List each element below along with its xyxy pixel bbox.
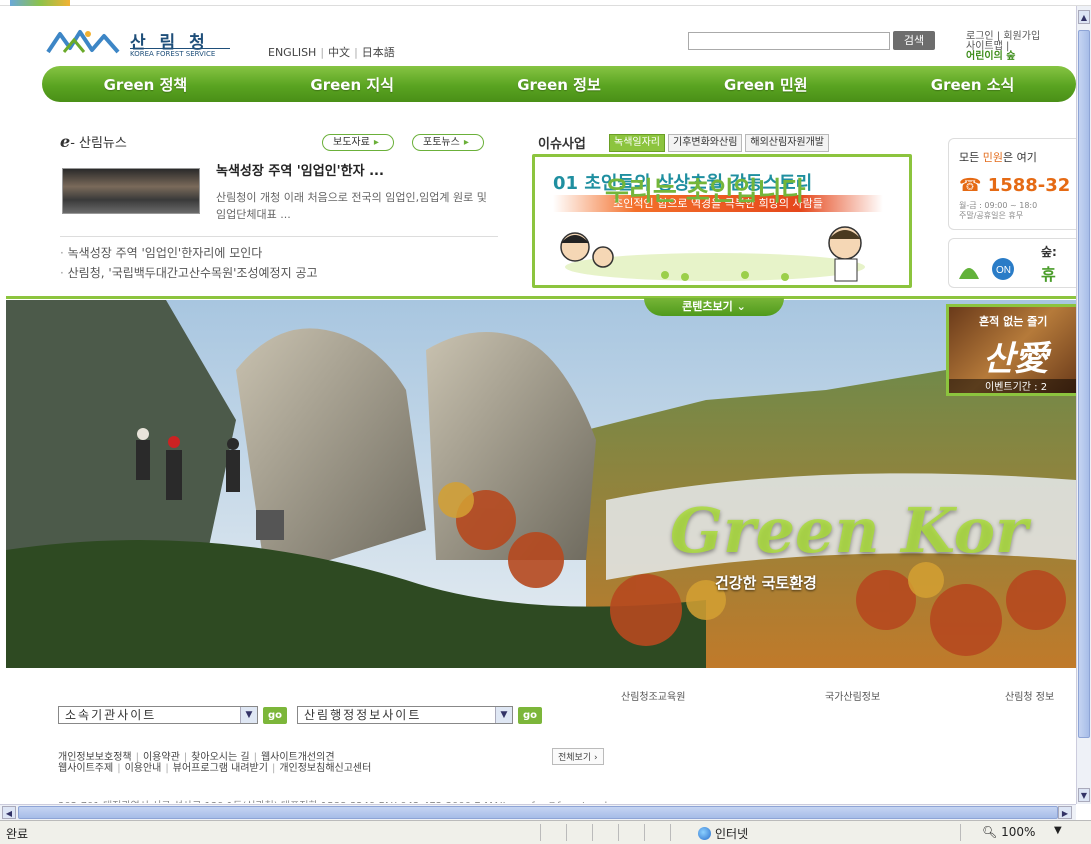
forest-logo-icon: ON	[959, 258, 1014, 280]
news-summary: 산림청이 개청 이래 처음으로 전국의 임업인,임업계 원로 및 임업단체대표 …	[216, 191, 487, 221]
phone-icon: ☎	[959, 175, 988, 196]
search-button[interactable]: 검색	[893, 31, 935, 50]
search-input[interactable]	[688, 32, 890, 50]
view-all-button[interactable]: 전체보기 ›	[552, 748, 604, 765]
photo-news-tab[interactable]: 포토뉴스 ▸	[412, 134, 484, 151]
arrow-right-icon: ▸	[463, 137, 469, 148]
gnb-knowledge[interactable]: Green 지식	[249, 74, 456, 95]
footer-link[interactable]: 이용안내	[125, 763, 162, 774]
mountain-landscape-image	[6, 300, 1076, 668]
event-banner[interactable]: 흔적 없는 즐기 산愛 이벤트기간 : 2	[946, 304, 1076, 396]
utility-links: 로그인 | 회원가입 사이트맵 | 어린이의 숲	[966, 31, 1041, 62]
gnb-news[interactable]: Green 소식	[869, 74, 1076, 95]
tab-green-jobs[interactable]: 녹색일자리	[609, 134, 665, 152]
partner-logo[interactable]: 산림청 정보	[1005, 688, 1054, 703]
issue-tabs: 녹색일자리 기후변화와산림 해외산림자원개발	[609, 134, 830, 152]
tab-climate-forest[interactable]: 기후변화와산림	[668, 134, 743, 152]
lang-english-link[interactable]: ENGLISH	[268, 46, 316, 59]
language-links: ENGLISH | 中文 | 日本語	[268, 46, 395, 59]
affiliate-site-select[interactable]: 소속기관사이트 ▼	[58, 706, 258, 724]
scroll-thumb[interactable]	[1078, 30, 1090, 738]
zoom-level[interactable]: 🔍︎ 100%	[982, 825, 1035, 839]
go-button[interactable]: go	[263, 707, 287, 724]
news-list-item[interactable]: 녹색성장 주역 '임업인'한자리에 모인다	[60, 243, 318, 263]
forest-banner[interactable]: ON 숲: 휴	[948, 238, 1078, 288]
gnb-policy[interactable]: Green 정책	[42, 74, 249, 95]
news-headline[interactable]: 녹색성장 주역 '임업인'한자 ...	[216, 160, 384, 179]
scroll-left-icon[interactable]: ◀	[2, 806, 16, 819]
mountain-logo-icon	[46, 30, 120, 54]
go-button[interactable]: go	[518, 707, 542, 724]
scroll-up-icon[interactable]: ▲	[1078, 10, 1090, 24]
chevron-down-icon: ▼	[240, 707, 257, 723]
section-divider	[6, 296, 1076, 299]
news-section-title: e- 산림뉴스	[60, 132, 127, 151]
security-zone: 인터넷	[698, 825, 748, 842]
civil-phone: ☎ 1588-32	[959, 175, 1071, 196]
kids-forest-link[interactable]: 어린이의 숲	[966, 51, 1015, 62]
site-logo[interactable]: 산 림 청 KOREA FOREST SERVICE	[46, 24, 236, 62]
gnb-information[interactable]: Green 정보	[456, 74, 663, 95]
footer-link[interactable]: 이용약관	[143, 752, 180, 763]
partner-logo[interactable]: 산림청조교육원	[621, 688, 685, 703]
issue-banner[interactable]: 01 초인들의 상상초월 감동스토리 초인적인 힘으로 역경을 극복한 희망의 …	[532, 154, 912, 288]
hero-slogan: 건강한 국토환경	[715, 574, 817, 592]
news-thumbnail[interactable]	[62, 168, 200, 214]
arrow-right-icon: ▸	[373, 137, 379, 148]
scroll-right-icon[interactable]: ▶	[1058, 806, 1072, 819]
divider	[60, 236, 498, 237]
footer-link[interactable]: 개인정보침해신고센터	[279, 763, 371, 774]
issue-section-title: 이슈사업	[538, 137, 586, 152]
hero-image	[6, 300, 1076, 668]
zoom-icon: 🔍︎	[982, 825, 998, 839]
globe-icon	[698, 827, 711, 840]
scroll-down-icon[interactable]: ▼	[1078, 788, 1090, 802]
footer-address: 302-701 대전광역시 서구 선사로 139 1동(신관청) 대표전화 15…	[58, 797, 1058, 803]
civil-service-box[interactable]: 모든 민원은 여기 ☎ 1588-32 월-금 : 09:00 ~ 18:0 주말…	[948, 138, 1078, 230]
main-navigation: Green 정책 Green 지식 Green 정보 Green 민원 Gree…	[42, 66, 1076, 102]
gnb-civil[interactable]: Green 민원	[662, 74, 869, 95]
logo-english-text: KOREA FOREST SERVICE	[130, 48, 230, 58]
cartoon-characters-illustration	[560, 226, 865, 282]
vertical-scrollbar[interactable]: ▲ ▼	[1076, 6, 1091, 804]
chevron-down-icon: ▼	[495, 707, 512, 723]
tab-overseas-forest[interactable]: 해외산림자원개발	[745, 134, 830, 152]
footer-link[interactable]: 뷰어프로그램 내려받기	[173, 763, 268, 774]
partner-logo[interactable]: 국가산림정보	[825, 688, 880, 703]
lang-chinese-link[interactable]: 中文	[328, 46, 350, 59]
footer-links: 개인정보보호정책 | 이용약관 | 찾아오시는 길 | 웹사이트개선의견 웹사이트주제 | 이용…	[58, 752, 372, 774]
admin-site-select[interactable]: 산림행정정보사이트 ▼	[297, 706, 513, 724]
chevron-down-icon[interactable]: ▼	[1054, 825, 1062, 836]
status-text: 완료	[6, 827, 29, 841]
hero-green-korea-text: Green Kor	[670, 494, 1028, 567]
lang-japanese-link[interactable]: 日本語	[362, 46, 395, 59]
top-stripe	[0, 0, 1091, 6]
browser-status-bar: 완료 인터넷 🔍︎ 100% ▼	[0, 820, 1091, 844]
civil-hours: 월-금 : 09:00 ~ 18:0 주말/공휴일은 휴무	[959, 201, 1038, 220]
partner-banner-strip: 산림청조교육원 국가산림정보 산림청 정보	[585, 688, 1076, 704]
issue-art-text: 우리는 초인입니다	[605, 177, 806, 207]
news-list-item[interactable]: 산림청, '국립백두대간고산수목원'조성예정지 공고	[60, 263, 318, 283]
scroll-thumb[interactable]	[18, 806, 1058, 819]
footer-link[interactable]: 웹사이트개선의견	[261, 752, 335, 763]
footer-link[interactable]: 웹사이트주제	[58, 763, 113, 774]
footer-link[interactable]: 개인정보보호정책	[58, 752, 132, 763]
footer-link[interactable]: 찾아오시는 길	[191, 752, 249, 763]
svg-text:ON: ON	[996, 265, 1011, 276]
contents-view-button[interactable]: 콘텐츠보기 ⌄	[644, 298, 784, 316]
news-list: 녹색성장 주역 '임업인'한자리에 모인다 산림청, '국립백두대간고산수목원'…	[60, 243, 318, 283]
press-release-tab[interactable]: 보도자료 ▸	[322, 134, 394, 151]
horizontal-scrollbar[interactable]: ◀ ▶	[0, 804, 1076, 820]
